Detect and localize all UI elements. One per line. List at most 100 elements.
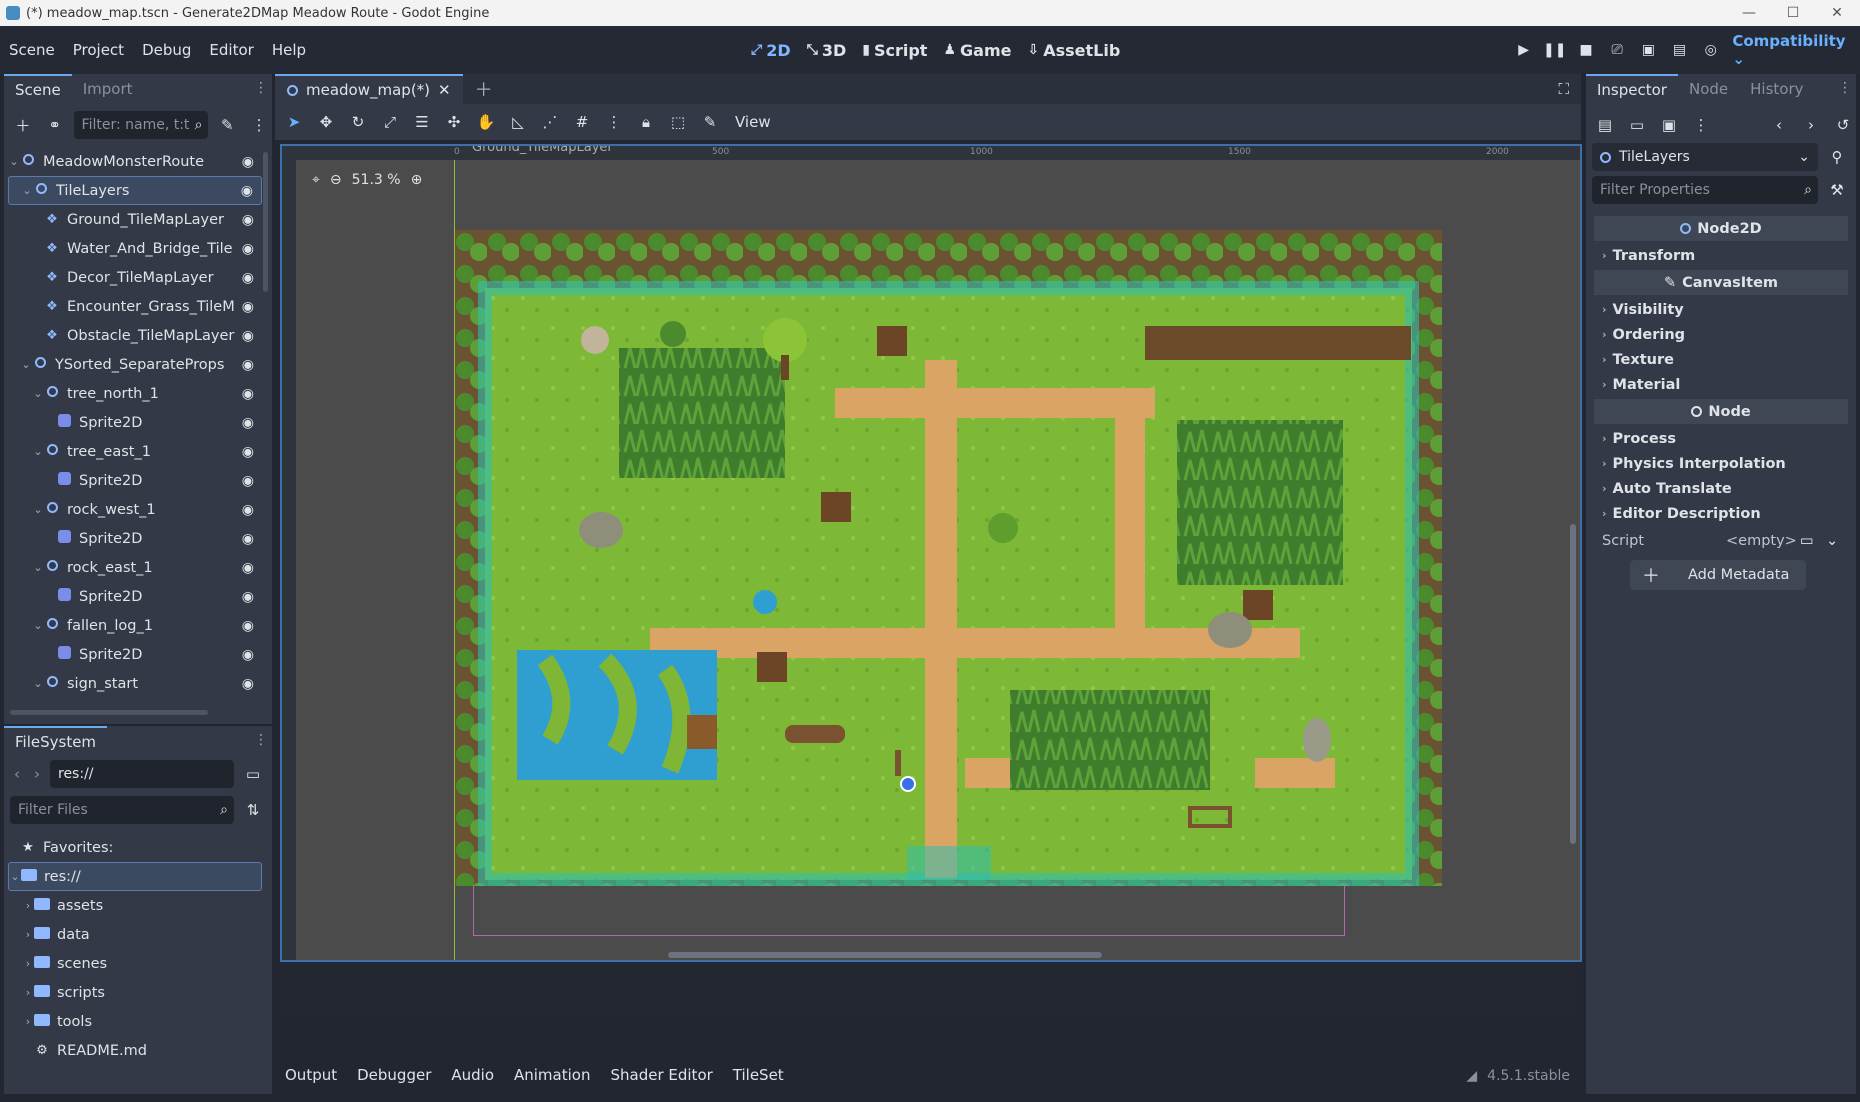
chevron-down-icon[interactable]: ⌄ xyxy=(20,358,32,371)
scene-tree-item[interactable]: ⌄ fallen_log_1 ◉ xyxy=(8,611,262,640)
scene-tree-item[interactable]: ❖ Encounter_Grass_TileM ◉ xyxy=(8,292,262,321)
visibility-eye-icon[interactable]: ◉ xyxy=(242,241,254,257)
scene-tree-item[interactable]: ⌄ MeadowMonsterRoute ◉ xyxy=(8,147,262,176)
doc-help-icon[interactable]: ⚲ xyxy=(1824,144,1850,170)
scene-tree-item[interactable]: Sprite2D ◉ xyxy=(8,582,262,611)
renderer-select[interactable]: Compatibility ⌄ xyxy=(1732,32,1860,68)
file-row-scenes[interactable]: › scenes xyxy=(8,949,262,978)
scene-tab-meadow-map[interactable]: meadow_map(*) ✕ xyxy=(275,74,463,104)
maximize-icon[interactable]: ☐ xyxy=(1770,0,1816,26)
chevron-down-icon[interactable]: ⌄ xyxy=(32,387,44,400)
tab-audio[interactable]: Audio xyxy=(441,1066,504,1084)
tab-filesystem[interactable]: FileSystem xyxy=(4,726,108,756)
split-mode-icon[interactable]: ▭ xyxy=(240,761,266,787)
workspace-2d-button[interactable]: ⤢ 2D xyxy=(743,41,799,60)
scene-tree-item[interactable]: ❖ Obstacle_TileMapLayer ◉ xyxy=(8,321,262,350)
scene-tree-item[interactable]: ❖ Ground_TileMapLayer ◉ xyxy=(8,205,262,234)
grid-snap-icon[interactable]: # xyxy=(569,109,595,135)
play-icon[interactable]: ▶ xyxy=(1508,42,1539,58)
new-tab-icon[interactable]: ＋ xyxy=(475,76,493,102)
prop-visibility[interactable]: › Visibility xyxy=(1594,297,1848,322)
scene-tree-item[interactable]: ⌄ rock_west_1 ◉ xyxy=(8,495,262,524)
tilemap-canvas[interactable] xyxy=(455,230,1442,886)
scene-tree-item[interactable]: ⌄ tree_east_1 ◉ xyxy=(8,437,262,466)
minimize-icon[interactable]: — xyxy=(1726,0,1772,26)
visibility-eye-icon[interactable]: ◉ xyxy=(242,270,254,286)
center-view-icon[interactable]: ⌖ xyxy=(312,172,320,188)
menu-project[interactable]: Project xyxy=(64,41,133,59)
inspector-menu-icon[interactable]: ⋮ xyxy=(1838,80,1852,96)
bone-icon[interactable]: ✎ xyxy=(697,109,723,135)
menu-scene[interactable]: Scene xyxy=(0,41,64,59)
visibility-eye-icon[interactable]: ◉ xyxy=(242,647,254,663)
visibility-eye-icon[interactable]: ◉ xyxy=(242,154,254,170)
chevron-down-icon[interactable]: ⌄ xyxy=(8,155,20,168)
scene-tree-item[interactable]: Sprite2D ◉ xyxy=(8,640,262,669)
prop-ordering[interactable]: › Ordering xyxy=(1594,322,1848,347)
chevron-down-icon[interactable]: ⌄ xyxy=(32,619,44,632)
workspace-game-button[interactable]: ♟ Game xyxy=(935,41,1019,60)
object-history-icon[interactable]: ↺ xyxy=(1830,112,1856,138)
scale-tool-icon[interactable]: ⤢ xyxy=(377,109,403,135)
workspace-3d-button[interactable]: ⤡ 3D xyxy=(799,41,855,60)
resource-more-icon[interactable]: ⋮ xyxy=(1688,112,1714,138)
visibility-eye-icon[interactable]: ◉ xyxy=(242,676,254,692)
scene-tree-vscroll[interactable] xyxy=(263,152,268,292)
workspace-assetlib-button[interactable]: ⇩ AssetLib xyxy=(1019,41,1128,60)
tab-import[interactable]: Import xyxy=(72,74,144,104)
prop-texture[interactable]: › Texture xyxy=(1594,347,1848,372)
filesystem-menu-icon[interactable]: ⋮ xyxy=(254,732,268,748)
history-back-icon[interactable]: ‹ xyxy=(1766,112,1792,138)
zoom-in-icon[interactable]: ⊕ xyxy=(411,172,423,188)
add-metadata-button[interactable]: ＋ Add Metadata xyxy=(1630,560,1806,590)
visibility-eye-icon[interactable]: ◉ xyxy=(242,473,254,489)
visibility-eye-icon[interactable]: ◉ xyxy=(242,531,254,547)
file-row-scripts[interactable]: › scripts xyxy=(8,978,262,1007)
new-resource-icon[interactable]: ▤ xyxy=(1592,112,1618,138)
group-icon[interactable]: ⬚ xyxy=(665,109,691,135)
chevron-down-icon[interactable]: ⌄ xyxy=(21,184,33,197)
filter-files-input[interactable]: Filter Files ⌕ xyxy=(10,796,234,824)
ruler-tool-icon[interactable]: ◺ xyxy=(505,109,531,135)
forward-icon[interactable]: › xyxy=(30,761,44,787)
property-tools-icon[interactable]: ⚒ xyxy=(1824,177,1850,203)
visibility-eye-icon[interactable]: ◉ xyxy=(242,444,254,460)
workspace-script-button[interactable]: ▮ Script xyxy=(854,41,935,60)
zoom-out-icon[interactable]: ⊖ xyxy=(330,172,342,188)
scene-tree-item[interactable]: ❖ Decor_TileMapLayer ◉ xyxy=(8,263,262,292)
tab-shader-editor[interactable]: Shader Editor xyxy=(600,1066,722,1084)
close-tab-icon[interactable]: ✕ xyxy=(438,81,451,99)
tab-output[interactable]: Output xyxy=(275,1066,347,1084)
file-row-root[interactable]: ⌄ res:// xyxy=(8,862,262,891)
save-resource-icon[interactable]: ▣ xyxy=(1656,112,1682,138)
rotate-tool-icon[interactable]: ↻ xyxy=(345,109,371,135)
tab-inspector[interactable]: Inspector xyxy=(1586,74,1678,104)
scene-tree-item[interactable]: Sprite2D ◉ xyxy=(8,524,262,553)
file-row-data[interactable]: › data xyxy=(8,920,262,949)
visibility-eye-icon[interactable]: ◉ xyxy=(242,560,254,576)
visibility-eye-icon[interactable]: ◉ xyxy=(242,299,254,315)
viewport-vscroll[interactable] xyxy=(1570,524,1576,844)
move-tool-icon[interactable]: ✥ xyxy=(313,109,339,135)
file-row-tools[interactable]: › tools xyxy=(8,1007,262,1036)
remote-debug-icon[interactable]: ⎚ xyxy=(1602,42,1633,58)
visibility-eye-icon[interactable]: ◉ xyxy=(241,183,253,199)
menu-help[interactable]: Help xyxy=(263,41,315,59)
attach-script-icon[interactable]: ✎ xyxy=(214,112,240,138)
scene-filter-input[interactable]: Filter: name, t:t ⌕ xyxy=(73,111,209,139)
prop-editor-description[interactable]: › Editor Description xyxy=(1594,501,1848,526)
scene-tree-item[interactable]: Sprite2D ◉ xyxy=(8,408,262,437)
distraction-free-icon[interactable]: ⛶ xyxy=(1558,80,1569,98)
visibility-eye-icon[interactable]: ◉ xyxy=(242,357,254,373)
file-row-readme[interactable]: ⚙ README.md xyxy=(8,1036,262,1065)
visibility-eye-icon[interactable]: ◉ xyxy=(242,328,254,344)
scene-tree-item[interactable]: ⌄ tree_north_1 ◉ xyxy=(8,379,262,408)
select-tool-icon[interactable]: ➤ xyxy=(281,109,307,135)
tab-history[interactable]: History xyxy=(1739,74,1814,104)
filter-properties-input[interactable]: Filter Properties ⌕ xyxy=(1592,176,1818,204)
tab-scene[interactable]: Scene xyxy=(4,74,72,104)
tab-node[interactable]: Node xyxy=(1678,74,1739,104)
prop-transform[interactable]: › Transform xyxy=(1594,243,1848,268)
visibility-eye-icon[interactable]: ◉ xyxy=(242,212,254,228)
zoom-level[interactable]: 51.3 % xyxy=(352,172,401,188)
